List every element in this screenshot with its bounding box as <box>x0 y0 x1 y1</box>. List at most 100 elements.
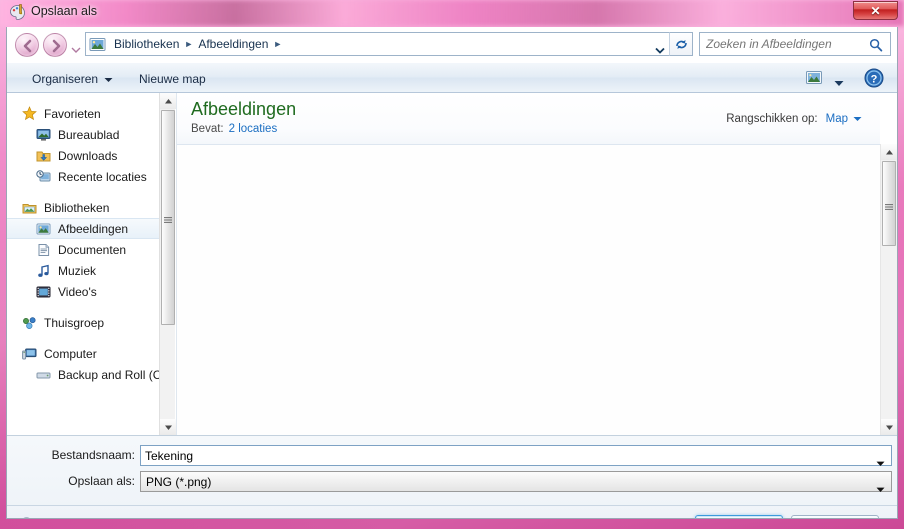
sidebar-item-drive-c[interactable]: Backup and Roll (C:) <box>7 364 159 385</box>
chevron-up-circle-icon <box>19 517 34 518</box>
breadcrumb-item-bibliotheken[interactable]: Bibliotheken <box>110 36 183 52</box>
scrollbar-thumb[interactable] <box>882 161 896 246</box>
navigation-pane-scrollbar[interactable] <box>159 93 176 435</box>
title-bar[interactable]: Opslaan als ✕ <box>0 0 904 27</box>
breadcrumb-item-afbeeldingen[interactable]: Afbeeldingen <box>194 36 272 52</box>
cancel-button[interactable]: Annuleren <box>791 515 879 518</box>
sidebar-label: Backup and Roll (C:) <box>58 367 159 382</box>
close-button[interactable]: ✕ <box>853 1 898 20</box>
chevron-down-icon[interactable] <box>876 480 885 498</box>
organize-label: Organiseren <box>32 71 99 86</box>
contains-label: Bevat: <box>191 123 224 135</box>
chevron-down-icon[interactable] <box>876 454 885 472</box>
breadcrumb-separator-icon: ► <box>184 39 194 49</box>
homegroup-icon <box>21 315 38 331</box>
libraries-icon <box>21 200 38 216</box>
organize-button[interactable]: Organiseren <box>25 69 120 88</box>
nav-group-computer: Computer Backup and Roll (C:) <box>7 343 159 385</box>
video-library-icon <box>35 284 52 300</box>
scrollbar-grip-icon <box>885 198 893 216</box>
file-list-scrollbar[interactable] <box>880 144 897 435</box>
filename-combobox[interactable] <box>140 445 892 466</box>
content-pane: Afbeeldingen Bevat: 2 locaties Rangschik… <box>176 93 897 435</box>
search-input[interactable] <box>706 37 856 51</box>
sidebar-label: Video's <box>58 284 97 299</box>
save-as-dialog-window: Opslaan als ✕ Bibliotheken ► Afbeeldinge… <box>0 0 904 529</box>
computer-icon <box>21 346 38 362</box>
command-toolbar: Organiseren Nieuwe map ? <box>7 63 897 93</box>
sidebar-item-favorieten[interactable]: Favorieten <box>7 103 159 124</box>
sidebar-label: Bureaublad <box>58 127 120 142</box>
sidebar-item-afbeeldingen[interactable]: Afbeeldingen <box>7 218 159 239</box>
back-button[interactable] <box>15 33 39 57</box>
nav-group-bibliotheken: Bibliotheken Afbeeldingen Documenten Muz… <box>7 197 159 302</box>
sidebar-item-thuisgroep[interactable]: Thuisgroep <box>7 312 159 333</box>
sidebar-item-recente-locaties[interactable]: Recente locaties <box>7 166 159 187</box>
sidebar-label: Documenten <box>58 242 127 257</box>
nav-group-thuisgroep: Thuisgroep <box>7 312 159 333</box>
dialog-footer: Mappen verbergen Opslaan Annuleren <box>7 505 897 518</box>
sidebar-item-bureaublad[interactable]: Bureaublad <box>7 124 159 145</box>
downloads-folder-icon <box>35 148 52 164</box>
scroll-up-button[interactable] <box>160 93 176 109</box>
view-mode-icon[interactable] <box>803 68 825 88</box>
sidebar-item-videos[interactable]: Video's <box>7 281 159 302</box>
sidebar-item-muziek[interactable]: Muziek <box>7 260 159 281</box>
hide-folders-button[interactable]: Mappen verbergen <box>19 517 141 518</box>
new-folder-label: Nieuwe map <box>139 71 206 86</box>
filetype-label: Opslaan als: <box>68 474 135 488</box>
file-list[interactable] <box>177 144 880 435</box>
chevron-down-icon <box>104 72 113 86</box>
sidebar-label: Favorieten <box>44 106 101 121</box>
library-subtitle: Bevat: 2 locaties <box>191 123 277 135</box>
refresh-icon <box>675 39 687 49</box>
desktop-icon <box>35 127 52 143</box>
refresh-button[interactable] <box>669 32 693 56</box>
scrollbar-grip-icon <box>164 211 172 229</box>
breadcrumb[interactable]: Bibliotheken ► Afbeeldingen ► <box>85 32 669 56</box>
new-folder-button[interactable]: Nieuwe map <box>132 69 213 88</box>
search-box[interactable] <box>699 32 891 56</box>
filetype-combobox[interactable]: PNG (*.png) <box>140 471 892 492</box>
forward-button[interactable] <box>43 33 67 57</box>
filename-label: Bestandsnaam: <box>51 448 135 462</box>
page-title: Afbeeldingen <box>191 99 297 119</box>
help-button[interactable]: ? <box>864 68 884 88</box>
sidebar-item-documenten[interactable]: Documenten <box>7 239 159 260</box>
paint-palette-icon <box>9 4 26 21</box>
scroll-down-button[interactable] <box>160 419 176 435</box>
star-icon <box>21 106 38 122</box>
arrow-right-icon <box>52 39 61 53</box>
history-dropdown-button[interactable] <box>71 41 81 53</box>
scroll-down-button[interactable] <box>881 419 897 435</box>
close-icon: ✕ <box>870 3 881 18</box>
arrange-by-value[interactable]: Map <box>826 113 848 125</box>
save-button[interactable]: Opslaan <box>695 515 783 518</box>
chevron-down-icon[interactable] <box>853 113 862 125</box>
address-bar-row: Bibliotheken ► Afbeeldingen ► <box>7 27 897 63</box>
documents-library-icon <box>35 242 52 258</box>
view-mode-dropdown-icon[interactable] <box>834 74 844 92</box>
music-library-icon <box>35 263 52 279</box>
breadcrumb-separator-end-icon[interactable]: ► <box>272 39 283 49</box>
recent-locations-icon <box>35 169 52 185</box>
sidebar-item-computer[interactable]: Computer <box>7 343 159 364</box>
sidebar-item-bibliotheken[interactable]: Bibliotheken <box>7 197 159 218</box>
dialog-client-area: Bibliotheken ► Afbeeldingen ► Zoeken in … <box>6 27 898 519</box>
breadcrumb-dropdown-icon[interactable] <box>655 41 665 59</box>
chevron-down-icon <box>71 47 81 53</box>
search-icon[interactable] <box>869 38 883 57</box>
scrollbar-thumb[interactable] <box>161 110 175 325</box>
filetype-value: PNG (*.png) <box>146 475 212 489</box>
arrange-by-label: Rangschikken op: <box>726 113 818 125</box>
arrange-by-control[interactable]: Rangschikken op: Map <box>726 113 862 125</box>
sidebar-item-downloads[interactable]: Downloads <box>7 145 159 166</box>
pictures-library-icon <box>35 221 52 237</box>
scroll-up-button[interactable] <box>881 144 897 160</box>
locations-link[interactable]: 2 locaties <box>229 123 278 135</box>
sidebar-label: Computer <box>44 346 97 361</box>
sidebar-label: Muziek <box>58 263 97 278</box>
filename-input[interactable] <box>145 448 865 464</box>
navigation-pane[interactable]: Favorieten Bureaublad Downloads Recente … <box>7 93 159 435</box>
pictures-library-icon <box>89 37 106 52</box>
